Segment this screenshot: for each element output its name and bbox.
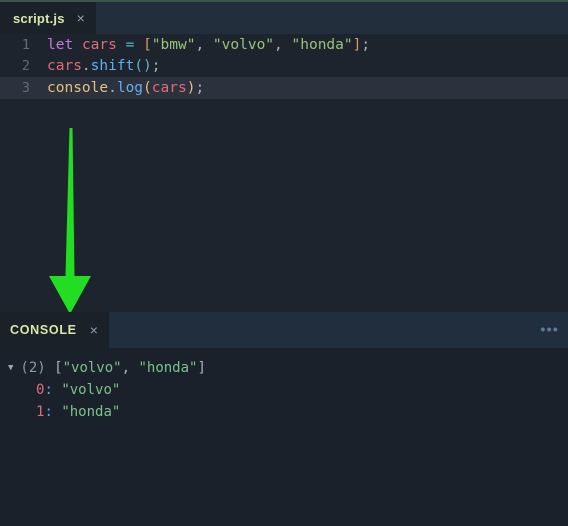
console-tab-bar: CONSOLE × •••	[0, 312, 568, 348]
editor-tab-bar: script.js ×	[0, 2, 568, 34]
console-entry-value: "honda"	[61, 404, 121, 420]
code-line[interactable]: 1 let cars = ["bmw", "volvo", "honda"];	[0, 34, 568, 56]
code-token: shift	[90, 58, 135, 75]
line-number: 3	[21, 79, 30, 96]
console-tab[interactable]: CONSOLE ×	[0, 312, 109, 348]
code-token: console	[47, 79, 109, 96]
code-token: ;	[195, 79, 205, 96]
code-token: ;	[151, 58, 161, 75]
code-token: let	[47, 36, 74, 53]
console-open-bracket: [	[54, 360, 63, 376]
console-array-entry[interactable]: 1: "honda"	[0, 401, 568, 423]
code-token: "bmw"	[151, 36, 196, 53]
code-token: cars	[151, 79, 187, 96]
code-line[interactable]: 3 console.log(cars);	[0, 77, 568, 99]
editor-tab-script-js[interactable]: script.js ×	[0, 2, 96, 34]
more-options-icon[interactable]: •••	[540, 323, 559, 338]
code-line[interactable]: 2 cars.shift();	[0, 56, 568, 78]
close-icon[interactable]: ×	[90, 323, 98, 337]
code-token: ,	[195, 36, 213, 53]
code-token: log	[116, 79, 144, 96]
code-token: .	[108, 79, 117, 96]
console-array-entry[interactable]: 0: "volvo"	[0, 379, 568, 401]
console-array-item: "volvo"	[62, 360, 122, 376]
ide-window: script.js × 1 let cars = ["bmw", "volvo",…	[0, 0, 568, 526]
console-array-item: "honda"	[138, 360, 198, 376]
code-line-text: console.log(cars);	[30, 80, 204, 96]
code-token: cars	[47, 58, 82, 75]
code-token: "volvo"	[212, 36, 275, 53]
line-number: 1	[21, 36, 30, 53]
console-lines: ▼ (2) ["volvo", "honda"] 0: "volvo" 1: "hon…	[0, 357, 568, 423]
console-entry-index: 1	[36, 404, 45, 420]
code-token: ;	[361, 36, 371, 53]
line-number: 2	[21, 58, 30, 75]
disclosure-triangle-icon[interactable]: ▼	[8, 363, 13, 373]
editor-tab-label: script.js	[13, 10, 65, 26]
code-line-text: cars.shift();	[30, 58, 161, 74]
console-close-bracket: ]	[197, 360, 206, 376]
console-entry-colon: :	[44, 382, 53, 398]
code-token: ,	[274, 36, 292, 53]
close-icon[interactable]: ×	[77, 11, 85, 25]
code-token: .	[81, 58, 91, 75]
console-array-count: (2)	[20, 360, 46, 376]
code-token: "honda"	[291, 36, 353, 53]
code-line-text: let cars = ["bmw", "volvo", "honda"];	[30, 37, 370, 53]
code-lines: 1 let cars = ["bmw", "volvo", "honda"]; 2 c…	[0, 34, 568, 99]
code-token: cars	[81, 36, 117, 53]
code-token: [	[143, 36, 152, 53]
console-entry-index: 0	[36, 382, 45, 398]
code-token: (	[143, 79, 152, 96]
console-entry-colon: :	[44, 404, 53, 420]
console-entry-value: "volvo"	[61, 382, 121, 398]
code-token: ()	[134, 58, 152, 75]
console-separator: ,	[121, 360, 139, 376]
console-array-root[interactable]: ▼ (2) ["volvo", "honda"]	[0, 357, 568, 379]
console-tab-label: CONSOLE	[10, 323, 77, 337]
console-output-panel[interactable]: ▼ (2) ["volvo", "honda"] 0: "volvo" 1: "hon…	[0, 348, 568, 526]
code-editor[interactable]: 1 let cars = ["bmw", "volvo", "honda"]; 2 c…	[0, 34, 568, 312]
